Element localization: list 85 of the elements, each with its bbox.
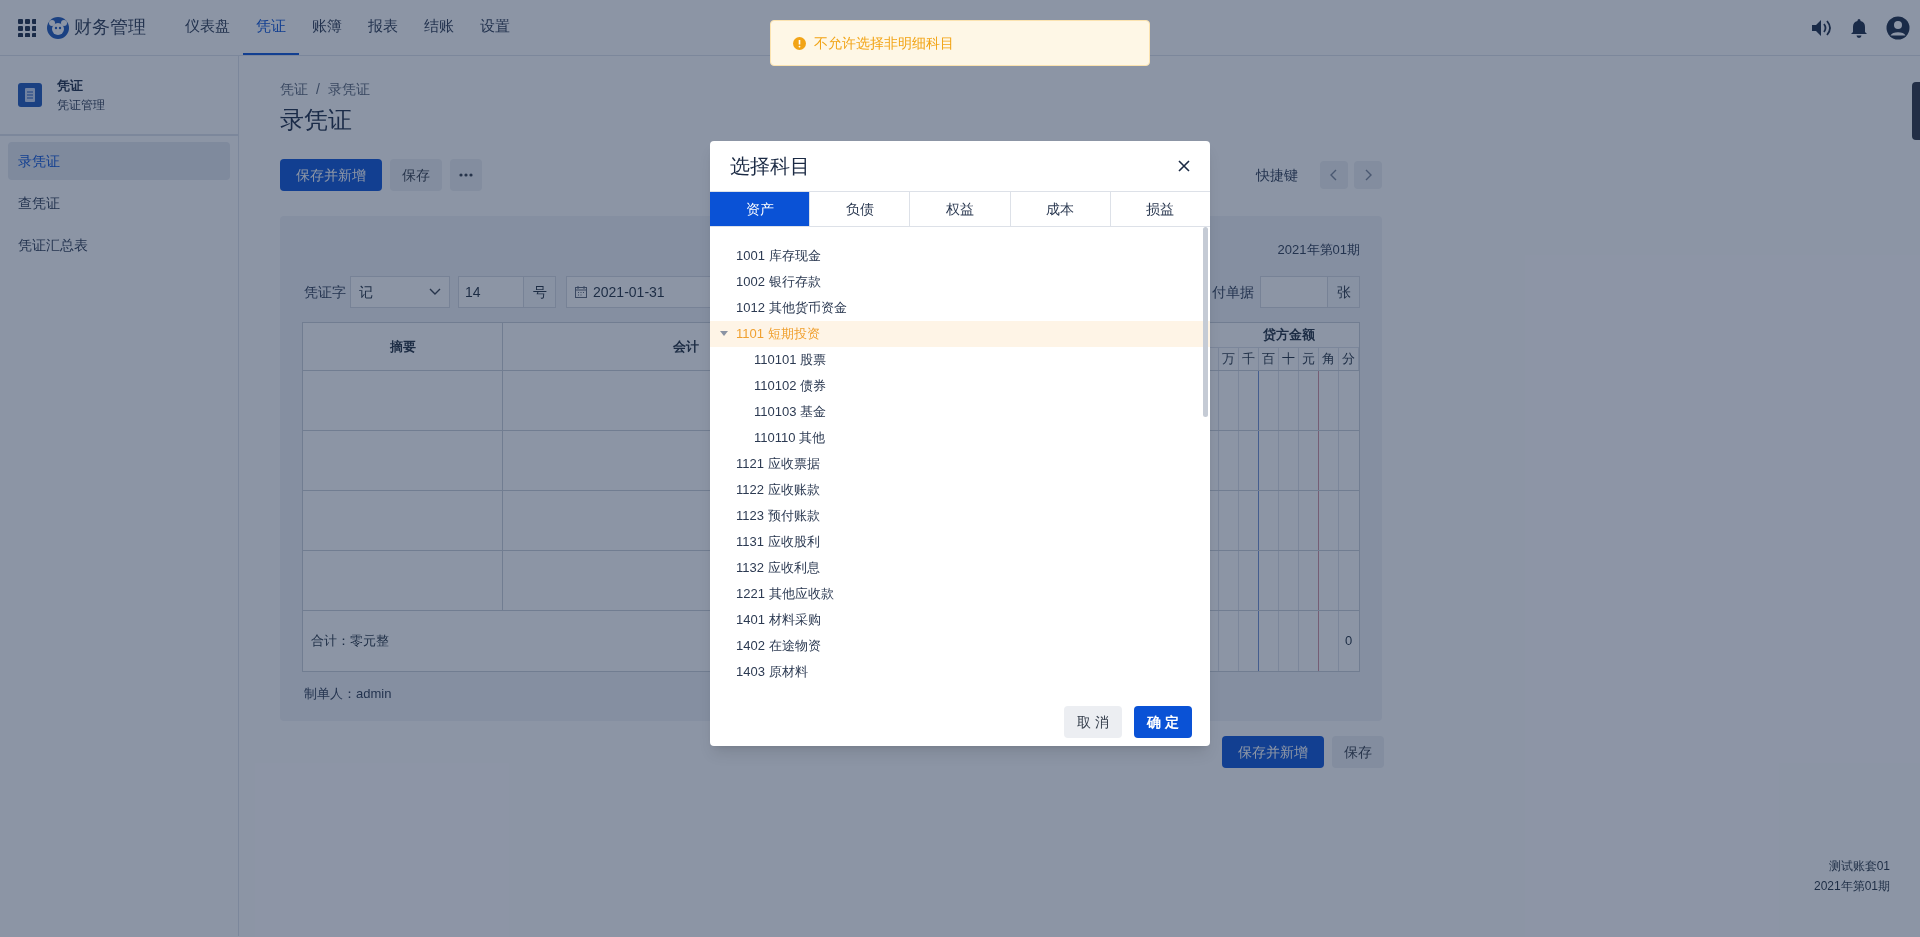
nav-tab[interactable]: 设置	[467, 0, 523, 55]
tree-item[interactable]: 1402 在途物资	[710, 633, 1210, 659]
nav-tab[interactable]: 凭证	[243, 0, 299, 55]
more-button[interactable]	[450, 159, 482, 191]
bell-icon	[1850, 17, 1868, 38]
tree-item[interactable]: 1221 其他应收款	[710, 581, 1210, 607]
field-suffix: 号	[523, 277, 555, 307]
tree-item[interactable]: 1123 预付账款	[710, 503, 1210, 529]
tree-item[interactable]: 1131 应收股利	[710, 529, 1210, 555]
save-and-new-button[interactable]: 保存并新增	[1222, 736, 1324, 768]
tree-item[interactable]: 110101 股票	[710, 347, 1210, 373]
sidebar-subtitle: 凭证管理	[57, 96, 105, 114]
dialog-tab[interactable]: 权益	[909, 192, 1010, 226]
digit-header: 角	[1319, 348, 1339, 370]
maker-label: 制单人：admin	[304, 685, 393, 703]
warning-icon	[793, 36, 806, 50]
scrollbar-thumb[interactable]	[1203, 227, 1208, 417]
tree-item[interactable]: 110103 基金	[710, 399, 1210, 425]
tree-item[interactable]: 1122 应收账款	[710, 477, 1210, 503]
digit-header: 十	[1279, 348, 1299, 370]
chevron-left-icon	[1330, 169, 1338, 181]
confirm-button[interactable]: 确 定	[1134, 706, 1192, 738]
period-label: 2021年第01期	[1813, 878, 1890, 895]
digit-header: 分	[1339, 348, 1359, 370]
nav-tab[interactable]: 报表	[355, 0, 411, 55]
calendar-icon	[575, 286, 587, 298]
attachments-field[interactable]: 张	[1260, 276, 1360, 308]
tree-item[interactable]: 1401 材料采购	[710, 607, 1210, 633]
total-label: 合计：零元整	[311, 632, 389, 651]
sidebar-item[interactable]: 凭证汇总表	[8, 226, 230, 264]
tree-item[interactable]: 110110 其他	[710, 425, 1210, 451]
save-button[interactable]: 保存	[1332, 736, 1384, 768]
tree-item[interactable]: 1403 原材料	[710, 659, 1210, 685]
total-amount: 0	[1344, 632, 1353, 651]
digit-header: 元	[1299, 348, 1319, 370]
user-avatar-icon	[1886, 15, 1910, 40]
tree-item[interactable]: 1132 应收利息	[710, 555, 1210, 581]
nav-tab[interactable]: 账簿	[299, 0, 355, 55]
tree-item[interactable]: 110102 债券	[710, 373, 1210, 399]
dialog-tab[interactable]: 损益	[1109, 192, 1210, 226]
column-header: 摘要	[303, 323, 503, 370]
tree-item[interactable]: 1121 应收票据	[710, 451, 1210, 477]
voucher-word-label: 凭证字	[304, 282, 346, 302]
voucher-number-field[interactable]: 14 号	[458, 276, 556, 308]
chevron-right-icon	[1364, 169, 1372, 181]
field-suffix: 张	[1327, 277, 1359, 307]
previous-button[interactable]	[1320, 161, 1348, 189]
save-and-new-button[interactable]: 保存并新增	[280, 159, 382, 191]
apps-grid-icon	[18, 18, 36, 37]
page-title: 录凭证	[280, 105, 353, 135]
attachments-label: 付单据	[1212, 282, 1254, 302]
cancel-button[interactable]: 取 消	[1064, 706, 1123, 738]
side-widget[interactable]	[1912, 82, 1920, 140]
document-icon	[18, 83, 42, 107]
account-set-label: 测试账套01	[1828, 858, 1890, 875]
column-header: 会计	[673, 337, 699, 356]
date-value: 2021-01-31	[593, 282, 665, 302]
tree-item[interactable]: 1001 库存现金	[710, 243, 1210, 269]
close-button[interactable]	[1176, 158, 1192, 174]
select-value: 记	[359, 282, 373, 302]
field-value: 14	[464, 282, 482, 302]
caret-down-icon	[720, 330, 728, 338]
digit-header: 百	[1259, 348, 1279, 370]
breadcrumb-separator: /	[316, 79, 320, 99]
digit-header: 千	[1239, 348, 1259, 370]
voucher-word-select[interactable]: 记	[350, 276, 450, 308]
dialog-tab[interactable]: 资产	[710, 192, 810, 226]
save-button[interactable]: 保存	[390, 159, 442, 191]
shortcut-link[interactable]: 快捷键	[1256, 164, 1298, 186]
toast-message: 不允许选择非明细科目	[814, 33, 954, 53]
close-icon	[1178, 160, 1190, 172]
nav-tab[interactable]: 仪表盘	[172, 0, 243, 55]
digit-header: 万	[1219, 348, 1239, 370]
next-button[interactable]	[1354, 161, 1382, 189]
more-icon	[459, 173, 473, 177]
app-title: 财务管理	[74, 16, 146, 39]
dialog-tab[interactable]: 成本	[1009, 192, 1110, 226]
dialog-title: 选择科目	[730, 154, 810, 179]
nav-tab[interactable]: 结账	[411, 0, 467, 55]
sidebar-title: 凭证	[57, 77, 84, 96]
logo-icon	[46, 15, 70, 40]
sidebar-item[interactable]: 查凭证	[8, 184, 230, 222]
dialog-tab[interactable]: 负债	[809, 192, 910, 226]
period-label: 2021年第01期	[1277, 241, 1360, 258]
chevron-down-icon	[429, 288, 441, 296]
